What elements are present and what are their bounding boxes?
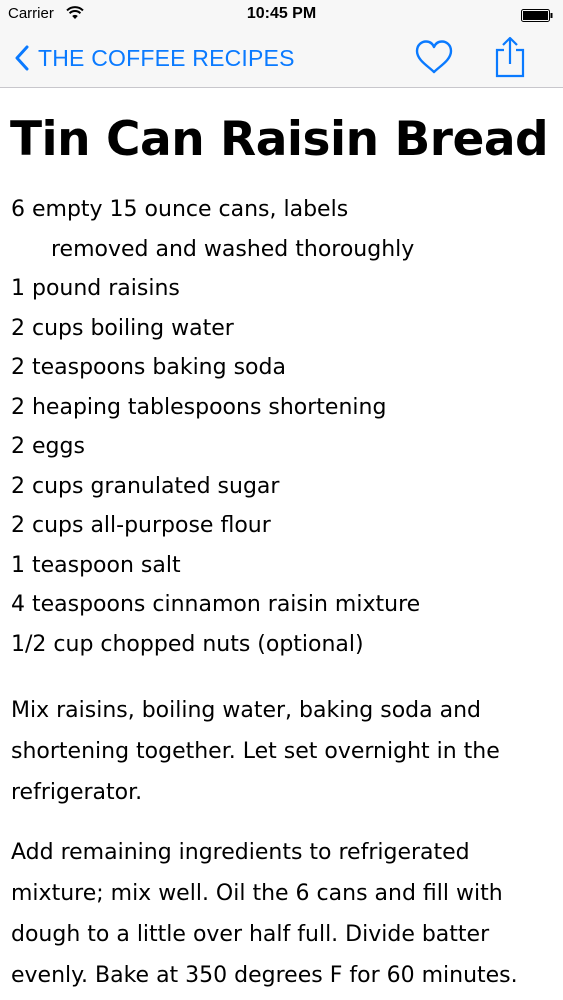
ingredient-item: 2 cups granulated sugar: [11, 473, 280, 499]
ingredient-item: 2 heaping tablespoons shortening: [11, 394, 387, 420]
ingredient-item: 1 teaspoon salt: [11, 552, 181, 578]
ingredient-item: 2 eggs: [11, 434, 85, 459]
ingredient-item: 4 teaspoons cinnamon raisin mixture: [11, 592, 421, 617]
ingredient-item: 6 empty 15 ounce cans, labels: [11, 197, 349, 222]
status-bar: Carrier 10:45 PM: [0, 0, 563, 30]
navigation-bar: THE COFFEE RECIPES: [0, 30, 563, 88]
heart-icon[interactable]: [414, 39, 454, 75]
recipe-content: Tin Can Raisin Bread 6 empty 15 ounce ca…: [10, 88, 551, 996]
ingredient-item: 2 teaspoons baking soda: [11, 355, 286, 380]
direction-paragraph: Add remaining ingredients to refrigerate…: [11, 840, 518, 988]
ingredient-item: 2 cups all-purpose flour: [11, 513, 271, 538]
share-icon[interactable]: [494, 36, 526, 78]
back-button-label: THE COFFEE RECIPES: [38, 44, 295, 71]
ingredient-list: 6 empty 15 ounce cans, labels removed an…: [11, 190, 551, 664]
ingredient-item: 2 cups boiling water: [11, 315, 234, 341]
chevron-left-icon: [15, 45, 29, 71]
ingredient-item: 1/2 cup chopped nuts (optional): [11, 631, 364, 657]
recipe-title: Tin Can Raisin Bread: [10, 112, 549, 167]
status-time: 10:45 PM: [246, 5, 317, 22]
battery-icon: [521, 9, 553, 22]
ingredient-item: removed and washed thoroughly: [51, 236, 415, 262]
direction-paragraph: Mix raisins, boiling water, baking soda …: [11, 698, 500, 805]
ingredient-item: 1 pound raisins: [11, 276, 180, 301]
back-button[interactable]: THE COFFEE RECIPES: [14, 40, 295, 76]
